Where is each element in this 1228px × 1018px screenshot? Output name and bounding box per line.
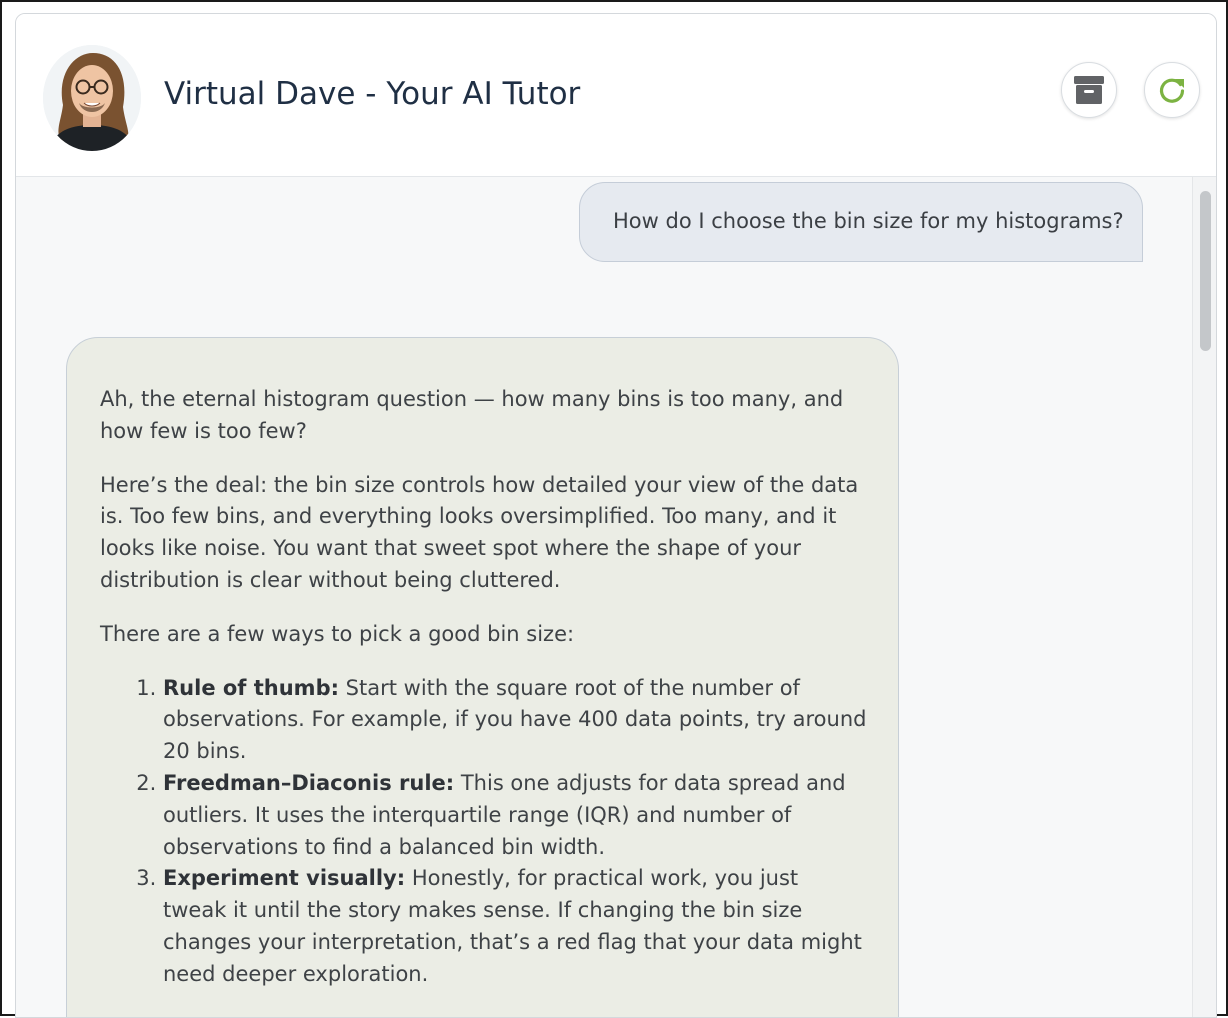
scrollbar-thumb[interactable]	[1200, 191, 1211, 351]
message-paragraph: Ah, the eternal histogram question — how…	[100, 387, 844, 443]
list-item: Rule of thumb: Start with the square roo…	[163, 673, 868, 768]
list-item: Freedman–Diaconis rule: This one adjusts…	[163, 768, 868, 863]
list-item-heading: Rule of thumb:	[163, 675, 339, 700]
message-paragraph: Here’s the deal: the bin size controls h…	[100, 472, 859, 592]
list-item: Experiment visually: Honestly, for pract…	[163, 863, 868, 990]
message-paragraph: There are a few ways to pick a good bin …	[100, 621, 575, 646]
archive-button[interactable]	[1061, 62, 1117, 118]
list-item-heading: Freedman–Diaconis rule:	[163, 770, 455, 795]
refresh-button[interactable]	[1144, 62, 1200, 118]
tutor-message: Ah, the eternal histogram question — how…	[66, 337, 899, 1017]
avatar-portrait-icon	[43, 45, 141, 151]
chat-header: Virtual Dave - Your AI Tutor	[16, 14, 1216, 177]
list-item-heading: Experiment visually:	[163, 866, 406, 891]
user-message: How do I choose the bin size for my hist…	[579, 182, 1143, 262]
refresh-icon	[1159, 78, 1185, 103]
archive-box-icon	[1074, 76, 1104, 104]
message-list: How do I choose the bin size for my hist…	[16, 177, 1192, 1017]
chat-window: Virtual Dave - Your AI Tutor How do I ch…	[15, 13, 1217, 1018]
bin-size-methods-list: Rule of thumb: Start with the square roo…	[100, 673, 868, 991]
tutor-avatar	[43, 45, 141, 151]
app-frame: Virtual Dave - Your AI Tutor How do I ch…	[0, 0, 1228, 1018]
scrollbar[interactable]	[1192, 177, 1216, 1017]
page-title: Virtual Dave - Your AI Tutor	[164, 76, 581, 112]
